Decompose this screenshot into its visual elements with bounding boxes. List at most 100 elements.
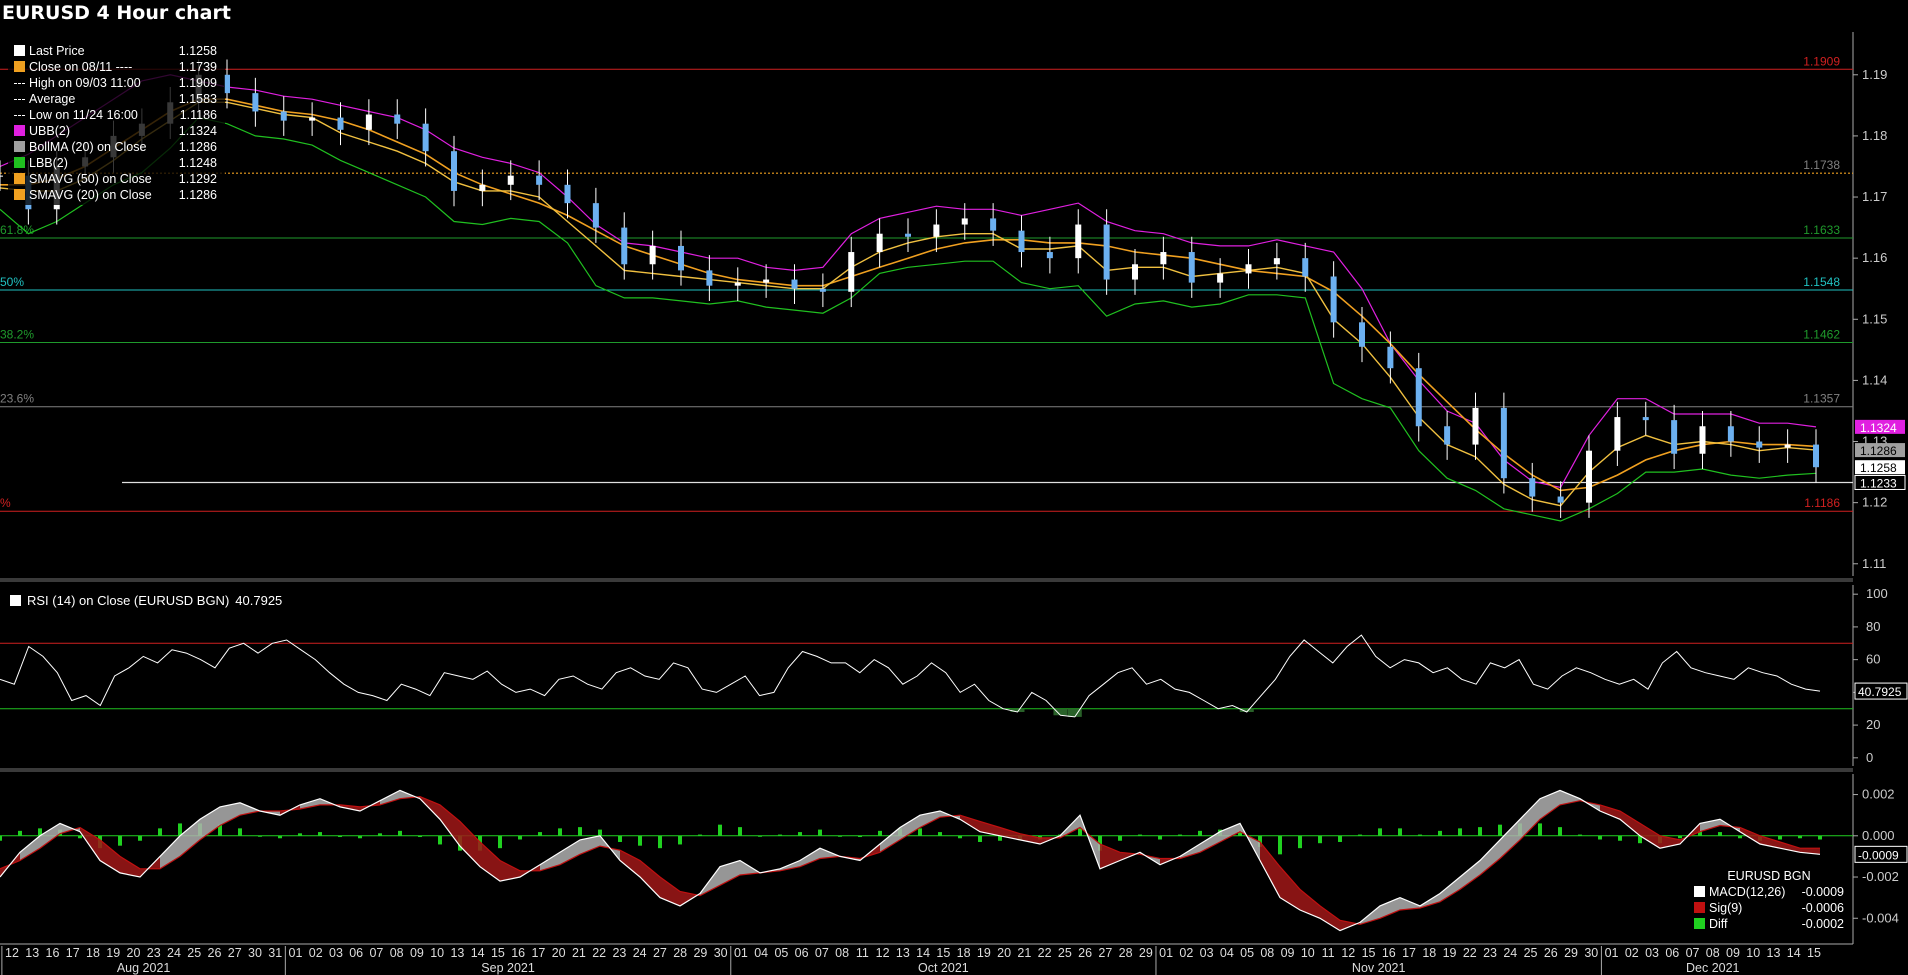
x-day-label: 10: [1746, 946, 1760, 960]
legend-row: LBB(2) 1.1248: [12, 155, 217, 171]
x-day-label: 15: [1807, 946, 1821, 960]
x-month-label: Dec 2021: [1686, 961, 1740, 975]
rsi-tick-label: 100: [1866, 586, 1888, 601]
x-day-label: 01: [1159, 946, 1173, 960]
fib-level-label: 61.8%: [0, 223, 34, 237]
macd-diff-bar: [638, 835, 642, 846]
price-tick-label: 1.18: [1862, 128, 1887, 143]
macd-diff-bar: [778, 834, 782, 836]
price-candle-body: [990, 218, 997, 231]
macd-legend-label: Diff: [1709, 917, 1728, 931]
legend-swatch: [14, 141, 25, 152]
x-day-label: 06: [349, 946, 363, 960]
x-day-label: 16: [46, 946, 60, 960]
macd-signal-fill: [20, 835, 40, 861]
price-candle-body: [479, 184, 486, 191]
price-candle-body: [1160, 252, 1167, 265]
macd-diff-bar: [538, 832, 542, 836]
macd-signal-fill: [440, 804, 460, 847]
macd-diff-bar: [1458, 828, 1462, 836]
chart-canvas: 1.111.121.131.141.151.161.171.181.191.19…: [0, 32, 1908, 975]
x-month-label: Nov 2021: [1352, 961, 1406, 975]
price-candle-body: [1415, 368, 1422, 427]
rsi-legend: RSI (14) on Close (EURUSD BGN) 40.7925: [10, 593, 282, 608]
x-day-label: 07: [369, 946, 383, 960]
price-tick-label: 1.19: [1862, 67, 1887, 82]
x-day-label: 30: [1584, 946, 1598, 960]
x-day-label: 24: [633, 946, 647, 960]
x-day-label: 01: [734, 946, 748, 960]
x-day-label: 03: [1200, 946, 1214, 960]
legend-row: Average 1.1583: [12, 91, 217, 107]
price-candle-body: [961, 218, 968, 225]
x-day-label: 25: [187, 946, 201, 960]
macd-diff-bar: [18, 830, 22, 836]
price-candle-body: [791, 279, 798, 289]
x-day-label: 30: [714, 946, 728, 960]
price-candle-body: [1813, 444, 1819, 468]
legend-label: Average: [29, 92, 76, 106]
macd-diff-bar: [518, 835, 522, 840]
fib-level-label: 23.6%: [0, 392, 34, 406]
panel-separator: [0, 578, 1853, 582]
rsi-tick-label: 0: [1866, 750, 1873, 765]
x-day-label: 07: [815, 946, 829, 960]
sma20-line: [0, 101, 1817, 507]
macd-legend-row: MACD(12,26) -0.0009: [1694, 884, 1844, 900]
rsi-tick-label: 60: [1866, 652, 1880, 667]
macd-diff-bar: [138, 835, 142, 841]
macd-diff-bar: [1358, 834, 1362, 836]
x-day-label: 19: [106, 946, 120, 960]
macd-diff-bar: [718, 824, 722, 836]
x-day-label: 05: [1240, 946, 1254, 960]
price-candle-body: [1614, 417, 1621, 451]
macd-signal-fill: [100, 839, 120, 873]
x-day-label: 30: [248, 946, 262, 960]
legend-value: 1.1258: [178, 44, 217, 58]
legend-value: 1.1739: [178, 60, 217, 74]
high-marker-icon: [14, 83, 25, 84]
legend-swatch: [14, 125, 25, 136]
price-candle-body: [1330, 276, 1337, 323]
macd-diff-bar: [598, 829, 602, 836]
x-day-label: 18: [1422, 946, 1436, 960]
x-day-label: 18: [86, 946, 100, 960]
macd-diff-bar: [1438, 830, 1442, 836]
rsi-panel: 02040608010040.7925: [0, 585, 1908, 772]
x-day-label: 16: [1382, 946, 1396, 960]
legend-value: 1.1286: [178, 188, 217, 202]
fib-value-label: 1.1909: [1803, 54, 1840, 68]
x-day-label: 11: [856, 946, 869, 960]
macd-legend-value: -0.0002: [1801, 917, 1844, 931]
close-reference-label: 1.1738: [1803, 158, 1840, 172]
macd-tick-label: 0.000: [1862, 828, 1895, 843]
legend-value: 1.1186: [179, 108, 217, 122]
price-candle-body: [394, 114, 401, 124]
legend-label: Close on 08/11 ----: [29, 60, 133, 74]
macd-signal-line: [0, 795, 1820, 926]
fib-level-label: %: [0, 496, 11, 510]
legend-label: Low on 11/24 16:00: [29, 108, 138, 122]
macd-diff-bar: [358, 835, 362, 839]
price-candle-body: [848, 252, 855, 292]
legend-value: 1.1324: [178, 124, 217, 138]
legend-label: Last Price: [29, 44, 85, 58]
upper-bollinger-band: [0, 74, 1817, 489]
price-badge-label: 1.1258: [1860, 461, 1897, 475]
macd-diff-bar: [1198, 830, 1202, 836]
macd-diff-bar: [1798, 835, 1802, 839]
fib-value-label: 1.1548: [1803, 275, 1840, 289]
x-day-label: 29: [1139, 946, 1153, 960]
x-day-label: 24: [1503, 946, 1517, 960]
price-candle-body: [365, 114, 372, 130]
macd-diff-bar: [1338, 835, 1342, 842]
x-day-label: 22: [1038, 946, 1052, 960]
price-candle-body: [0, 175, 3, 177]
macd-legend-row: Sig(9) -0.0006: [1694, 900, 1844, 916]
macd-diff-bar: [1398, 828, 1402, 836]
x-day-label: 13: [896, 946, 910, 960]
legend-row: Last Price 1.1258: [12, 43, 217, 59]
macd-signal-fill: [480, 841, 500, 882]
price-candle-body: [1018, 230, 1025, 253]
legend-row: High on 09/03 11:00 1.1909: [12, 75, 217, 91]
